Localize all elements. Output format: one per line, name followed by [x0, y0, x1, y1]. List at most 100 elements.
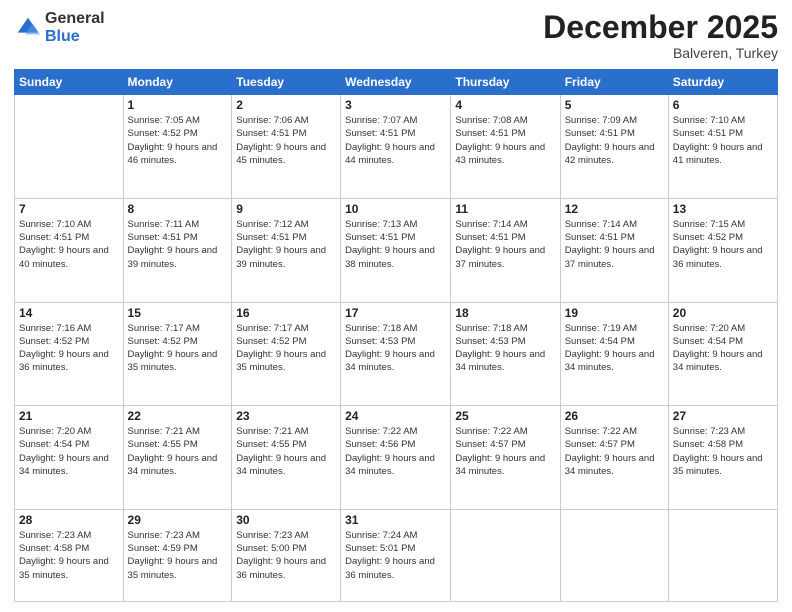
calendar-cell: 5Sunrise: 7:09 AMSunset: 4:51 PMDaylight… [560, 95, 668, 199]
calendar-cell: 23 Sunrise: 7:21 AMSunset: 4:55 PMDayligh… [232, 406, 341, 510]
day-number: 30 [236, 513, 336, 527]
day-info: Sunrise: 7:22 AMSunset: 4:56 PMDaylight:… [345, 425, 446, 478]
day-number: 20 [673, 306, 773, 320]
day-number: 5 [565, 98, 664, 112]
logo-general: General [45, 10, 105, 28]
day-info: Sunrise: 7:23 AMSunset: 5:00 PMDaylight:… [236, 529, 336, 582]
title-block: December 2025 Balveren, Turkey [543, 10, 778, 61]
calendar-week-0: 1Sunrise: 7:05 AMSunset: 4:52 PMDaylight… [15, 95, 778, 199]
calendar-cell: 6 Sunrise: 7:10 AMSunset: 4:51 PMDaylight… [668, 95, 777, 199]
day-info: Sunrise: 7:07 AMSunset: 4:51 PMDaylight:… [345, 114, 446, 167]
calendar-cell [668, 509, 777, 601]
calendar-cell: 28Sunrise: 7:23 AMSunset: 4:58 PMDayligh… [15, 509, 124, 601]
day-number: 12 [565, 202, 664, 216]
day-number: 7 [19, 202, 119, 216]
col-sunday: Sunday [15, 70, 124, 95]
day-info: Sunrise: 7:23 AMSunset: 4:58 PMDaylight:… [19, 529, 119, 582]
calendar-cell: 1Sunrise: 7:05 AMSunset: 4:52 PMDaylight… [123, 95, 232, 199]
calendar-cell: 15 Sunrise: 7:17 AMSunset: 4:52 PMDayligh… [123, 302, 232, 406]
day-info: Sunrise: 7:10 AMSunset: 4:51 PMDaylight:… [673, 114, 773, 167]
col-saturday: Saturday [668, 70, 777, 95]
day-number: 27 [673, 409, 773, 423]
day-info: Sunrise: 7:18 AMSunset: 4:53 PMDaylight:… [345, 322, 446, 375]
calendar-cell: 11Sunrise: 7:14 AMSunset: 4:51 PMDayligh… [451, 198, 560, 302]
calendar-cell: 16 Sunrise: 7:17 AMSunset: 4:52 PMDayligh… [232, 302, 341, 406]
day-info: Sunrise: 7:06 AMSunset: 4:51 PMDaylight:… [236, 114, 336, 167]
day-info: Sunrise: 7:13 AMSunset: 4:51 PMDaylight:… [345, 218, 446, 271]
day-number: 29 [128, 513, 228, 527]
calendar-cell: 30 Sunrise: 7:23 AMSunset: 5:00 PMDayligh… [232, 509, 341, 601]
calendar-cell: 8 Sunrise: 7:11 AMSunset: 4:51 PMDaylight… [123, 198, 232, 302]
calendar-cell: 14Sunrise: 7:16 AMSunset: 4:52 PMDayligh… [15, 302, 124, 406]
page-header: General Blue December 2025 Balveren, Tur… [14, 10, 778, 61]
day-info: Sunrise: 7:18 AMSunset: 4:53 PMDaylight:… [455, 322, 555, 375]
calendar-cell [15, 95, 124, 199]
day-number: 11 [455, 202, 555, 216]
day-number: 22 [128, 409, 228, 423]
calendar-cell: 13 Sunrise: 7:15 AMSunset: 4:52 PMDayligh… [668, 198, 777, 302]
day-info: Sunrise: 7:10 AMSunset: 4:51 PMDaylight:… [19, 218, 119, 271]
calendar-cell: 10 Sunrise: 7:13 AMSunset: 4:51 PMDayligh… [341, 198, 451, 302]
day-info: Sunrise: 7:22 AMSunset: 4:57 PMDaylight:… [455, 425, 555, 478]
calendar-cell: 20Sunrise: 7:20 AMSunset: 4:54 PMDayligh… [668, 302, 777, 406]
day-info: Sunrise: 7:17 AMSunset: 4:52 PMDaylight:… [128, 322, 228, 375]
day-info: Sunrise: 7:19 AMSunset: 4:54 PMDaylight:… [565, 322, 664, 375]
calendar-cell [560, 509, 668, 601]
day-info: Sunrise: 7:24 AMSunset: 5:01 PMDaylight:… [345, 529, 446, 582]
day-number: 24 [345, 409, 446, 423]
calendar-cell: 2 Sunrise: 7:06 AMSunset: 4:51 PMDaylight… [232, 95, 341, 199]
col-friday: Friday [560, 70, 668, 95]
calendar-cell: 19 Sunrise: 7:19 AMSunset: 4:54 PMDayligh… [560, 302, 668, 406]
calendar-cell: 27Sunrise: 7:23 AMSunset: 4:58 PMDayligh… [668, 406, 777, 510]
day-info: Sunrise: 7:17 AMSunset: 4:52 PMDaylight:… [236, 322, 336, 375]
calendar-cell: 25 Sunrise: 7:22 AMSunset: 4:57 PMDayligh… [451, 406, 560, 510]
day-info: Sunrise: 7:20 AMSunset: 4:54 PMDaylight:… [19, 425, 119, 478]
day-number: 17 [345, 306, 446, 320]
day-number: 25 [455, 409, 555, 423]
day-number: 8 [128, 202, 228, 216]
day-info: Sunrise: 7:11 AMSunset: 4:51 PMDaylight:… [128, 218, 228, 271]
day-info: Sunrise: 7:22 AMSunset: 4:57 PMDaylight:… [565, 425, 664, 478]
col-tuesday: Tuesday [232, 70, 341, 95]
logo: General Blue [14, 10, 105, 45]
day-number: 10 [345, 202, 446, 216]
calendar-page: General Blue December 2025 Balveren, Tur… [0, 0, 792, 612]
day-number: 9 [236, 202, 336, 216]
calendar-cell: 18 Sunrise: 7:18 AMSunset: 4:53 PMDayligh… [451, 302, 560, 406]
day-info: Sunrise: 7:08 AMSunset: 4:51 PMDaylight:… [455, 114, 555, 167]
day-info: Sunrise: 7:21 AMSunset: 4:55 PMDaylight:… [128, 425, 228, 478]
day-info: Sunrise: 7:21 AMSunset: 4:55 PMDaylight:… [236, 425, 336, 478]
day-number: 19 [565, 306, 664, 320]
day-number: 18 [455, 306, 555, 320]
day-number: 16 [236, 306, 336, 320]
day-number: 21 [19, 409, 119, 423]
col-monday: Monday [123, 70, 232, 95]
calendar-cell: 9Sunrise: 7:12 AMSunset: 4:51 PMDaylight… [232, 198, 341, 302]
calendar-week-1: 7 Sunrise: 7:10 AMSunset: 4:51 PMDaylight… [15, 198, 778, 302]
calendar-week-3: 21 Sunrise: 7:20 AMSunset: 4:54 PMDayligh… [15, 406, 778, 510]
day-info: Sunrise: 7:23 AMSunset: 4:59 PMDaylight:… [128, 529, 228, 582]
calendar-table: Sunday Monday Tuesday Wednesday Thursday… [14, 69, 778, 602]
day-number: 26 [565, 409, 664, 423]
day-number: 2 [236, 98, 336, 112]
location-subtitle: Balveren, Turkey [543, 45, 778, 61]
day-number: 15 [128, 306, 228, 320]
col-thursday: Thursday [451, 70, 560, 95]
calendar-cell: 29 Sunrise: 7:23 AMSunset: 4:59 PMDayligh… [123, 509, 232, 601]
calendar-cell: 7 Sunrise: 7:10 AMSunset: 4:51 PMDaylight… [15, 198, 124, 302]
col-wednesday: Wednesday [341, 70, 451, 95]
calendar-cell: 12Sunrise: 7:14 AMSunset: 4:51 PMDayligh… [560, 198, 668, 302]
month-title: December 2025 [543, 10, 778, 45]
day-number: 31 [345, 513, 446, 527]
calendar-cell: 17 Sunrise: 7:18 AMSunset: 4:53 PMDayligh… [341, 302, 451, 406]
day-number: 6 [673, 98, 773, 112]
day-info: Sunrise: 7:15 AMSunset: 4:52 PMDaylight:… [673, 218, 773, 271]
day-number: 13 [673, 202, 773, 216]
day-number: 1 [128, 98, 228, 112]
header-row: Sunday Monday Tuesday Wednesday Thursday… [15, 70, 778, 95]
calendar-cell: 22 Sunrise: 7:21 AMSunset: 4:55 PMDayligh… [123, 406, 232, 510]
logo-text: General Blue [45, 10, 105, 45]
calendar-week-4: 28Sunrise: 7:23 AMSunset: 4:58 PMDayligh… [15, 509, 778, 601]
day-number: 23 [236, 409, 336, 423]
day-number: 3 [345, 98, 446, 112]
